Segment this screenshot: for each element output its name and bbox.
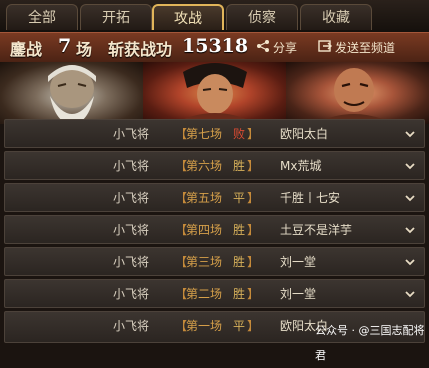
- opponent-name: Mx荒城: [280, 159, 322, 173]
- send-label: 发送至频道: [335, 41, 396, 55]
- share-icon: [256, 39, 270, 59]
- battle-record-row[interactable]: 小飞将 【 第七场 败 】 欧阳太白: [4, 119, 425, 148]
- player-name: 小飞将: [113, 223, 150, 237]
- chevron-down-icon[interactable]: [404, 128, 416, 140]
- chevron-down-icon[interactable]: [404, 288, 416, 300]
- bracket-right: 】: [247, 255, 260, 269]
- send-icon: [318, 39, 332, 59]
- share-button[interactable]: 分享: [256, 38, 297, 58]
- battle-result: 平: [233, 319, 246, 333]
- battle-record-row[interactable]: 小飞将 【 第四场 胜 】 土豆不是洋芋: [4, 215, 425, 244]
- chevron-down-icon[interactable]: [404, 160, 416, 172]
- battle-unit: 场: [76, 40, 93, 59]
- player-name: 小飞将: [113, 159, 150, 173]
- general-portraits: [0, 62, 429, 124]
- battle-summary-bar: 鏖战 7 场 斩获战功 15318 分享 发送至频道: [0, 32, 429, 64]
- tab-scout[interactable]: 侦察: [226, 4, 298, 30]
- player-name: 小飞将: [113, 191, 150, 205]
- merit-label: 斩获战功: [108, 40, 173, 59]
- battle-number: 第三场: [186, 255, 223, 269]
- battle-result: 胜: [233, 223, 246, 237]
- player-name: 小飞将: [113, 287, 150, 301]
- battle-result: 败: [233, 127, 246, 141]
- old-general-portrait: [0, 62, 144, 124]
- battle-number: 第四场: [186, 223, 223, 237]
- opponent-name: 刘一堂: [280, 287, 317, 301]
- opponent-name: 千胜丨七安: [280, 191, 341, 205]
- chevron-down-icon[interactable]: [404, 224, 416, 236]
- young-general-portrait: [143, 62, 287, 124]
- bracket-right: 】: [247, 319, 260, 333]
- player-name: 小飞将: [113, 127, 150, 141]
- battle-result: 平: [233, 191, 246, 205]
- tab-battle[interactable]: 攻战: [152, 4, 224, 30]
- battle-number: 第六场: [186, 159, 223, 173]
- battle-label: 鏖战: [10, 40, 43, 59]
- merit-value: 15318: [182, 35, 249, 57]
- battle-record-row[interactable]: 小飞将 【 第二场 胜 】 刘一堂: [4, 279, 425, 308]
- bracket-right: 】: [247, 191, 260, 205]
- opponent-name: 欧阳太白: [280, 127, 329, 141]
- chevron-down-icon[interactable]: [404, 256, 416, 268]
- share-label: 分享: [273, 41, 298, 55]
- chevron-down-icon[interactable]: [404, 192, 416, 204]
- bracket-right: 】: [247, 127, 260, 141]
- player-name: 小飞将: [113, 255, 150, 269]
- bracket-right: 】: [247, 223, 260, 237]
- bracket-right: 】: [247, 287, 260, 301]
- battle-record-row[interactable]: 小飞将 【 第三场 胜 】 刘一堂: [4, 247, 425, 276]
- bald-general-portrait: [286, 62, 429, 124]
- tab-develop[interactable]: 开拓: [80, 4, 152, 30]
- tab-bar: 全部 开拓 攻战 侦察 收藏: [0, 0, 429, 32]
- battle-number: 第七场: [186, 127, 223, 141]
- battle-result: 胜: [233, 159, 246, 173]
- player-name: 小飞将: [113, 319, 150, 333]
- opponent-name: 刘一堂: [280, 255, 317, 269]
- battle-record-row[interactable]: 小飞将 【 第六场 胜 】 Mx荒城: [4, 151, 425, 180]
- battle-count: 7: [58, 35, 72, 57]
- watermark-text: 公众号 · @三国志配将君: [315, 324, 425, 362]
- send-to-channel-button[interactable]: 发送至频道: [318, 38, 395, 58]
- battle-number: 第一场: [186, 319, 223, 333]
- opponent-name: 土豆不是洋芋: [280, 223, 353, 237]
- tab-favorites[interactable]: 收藏: [300, 4, 372, 30]
- tab-all[interactable]: 全部: [6, 4, 78, 30]
- battle-number: 第二场: [186, 287, 223, 301]
- bracket-right: 】: [247, 159, 260, 173]
- battle-result: 胜: [233, 287, 246, 301]
- battle-result: 胜: [233, 255, 246, 269]
- battle-record-row[interactable]: 小飞将 【 第五场 平 】 千胜丨七安: [4, 183, 425, 212]
- battle-number: 第五场: [186, 191, 223, 205]
